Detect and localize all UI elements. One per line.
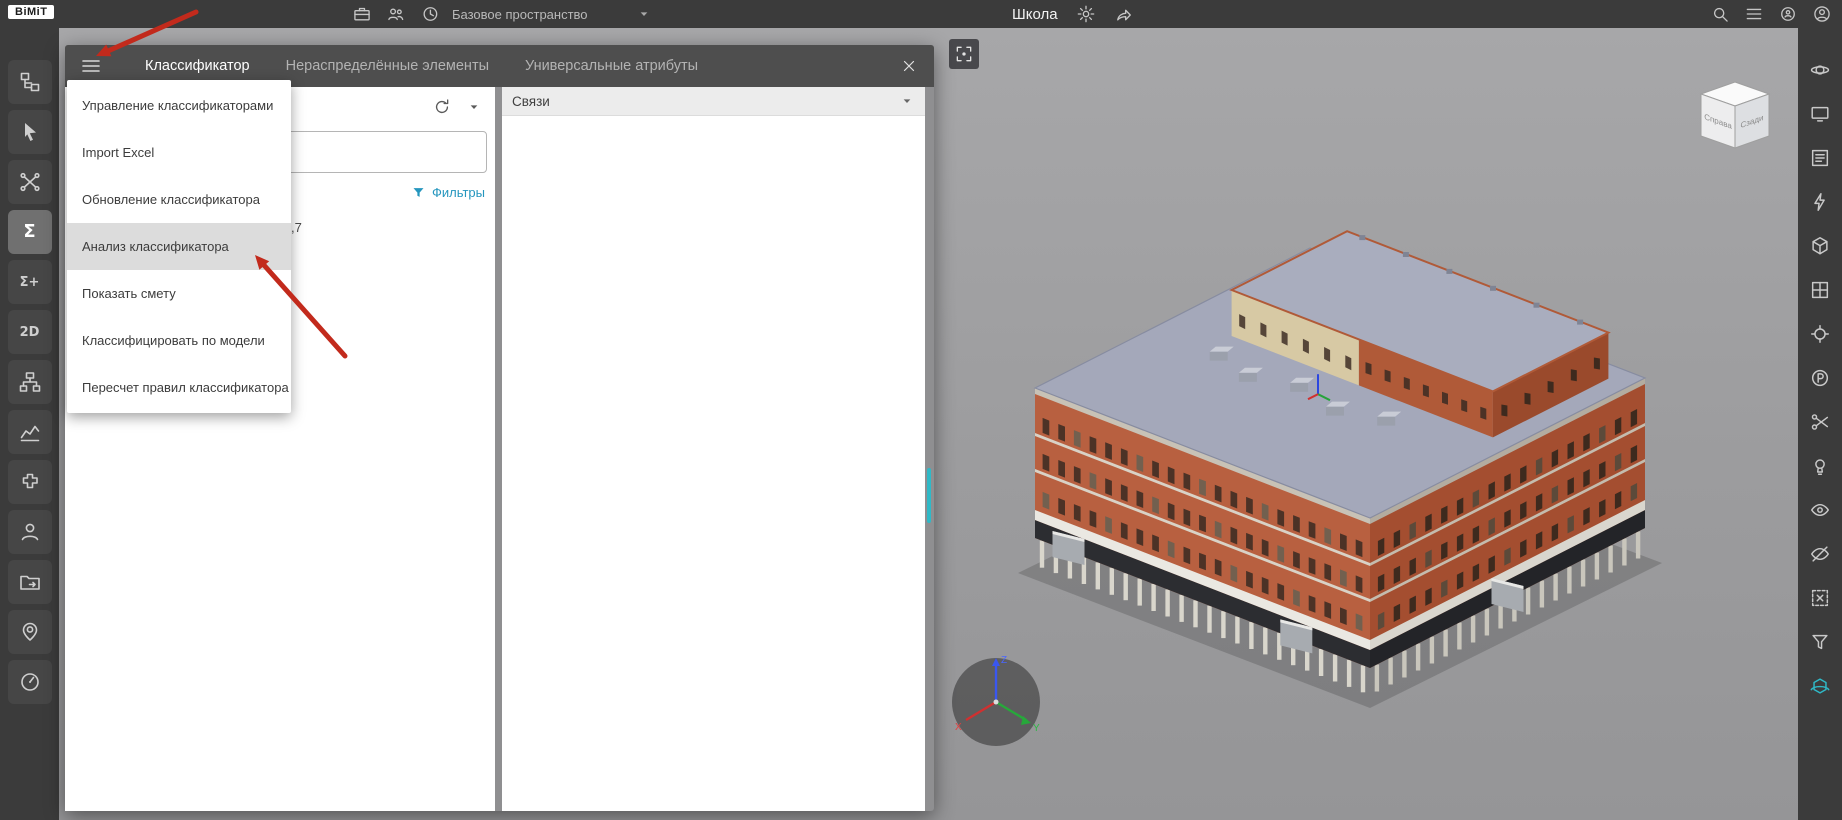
topbar-left-icons <box>352 4 440 24</box>
filters-label: Фильтры <box>431 185 485 200</box>
panel-tab[interactable]: Нераспределённые элементы <box>286 58 489 74</box>
tab-label: Классификатор <box>145 58 250 74</box>
panel-gap <box>495 87 502 811</box>
user-location-icon[interactable] <box>7 610 52 654</box>
chevron-down-icon <box>636 6 652 22</box>
session-icon[interactable] <box>1778 4 1798 24</box>
classifier-sigma-icon[interactable]: Σ <box>7 210 52 254</box>
links-header[interactable]: Связи <box>502 87 925 116</box>
gizmo-z-label: Z <box>1001 655 1007 666</box>
menu-item-label: Import Excel <box>82 145 155 160</box>
menu-item-label: Пересчет правил классификатора <box>82 380 289 395</box>
connections-icon[interactable] <box>7 160 52 204</box>
view-2d-icon[interactable]: 2D <box>7 310 52 354</box>
model-tree-icon[interactable] <box>7 60 52 104</box>
orbit-icon[interactable] <box>1805 54 1836 85</box>
menu-item[interactable]: Управление классификаторами <box>67 82 291 129</box>
menu-item[interactable]: Анализ классификатора <box>67 223 291 270</box>
orbit-3d-icon[interactable] <box>1805 670 1836 701</box>
gizmo-y-label: Y <box>1033 723 1040 734</box>
menu-list-icon[interactable] <box>1744 4 1764 24</box>
hierarchy-icon[interactable] <box>7 360 52 404</box>
analytics-icon[interactable] <box>7 410 52 454</box>
menu-item[interactable]: Import Excel <box>67 129 291 176</box>
project-icon[interactable] <box>352 4 372 24</box>
navigation-gizmo[interactable]: X Y Z <box>941 647 1051 757</box>
share-icon[interactable] <box>1114 4 1134 24</box>
gizmo-x-label: X <box>955 722 962 733</box>
classifier-menu: Управление классификаторами Import Excel… <box>67 80 291 413</box>
menu-item[interactable]: Классифицировать по модели <box>67 317 291 364</box>
menu-item[interactable]: Обновление классификатора <box>67 176 291 223</box>
viewport-settings-icon[interactable] <box>1805 98 1836 129</box>
workspace-selector[interactable]: Базовое пространство <box>452 0 652 28</box>
share-folder-icon[interactable] <box>7 560 52 604</box>
tab-label: Универсальные атрибуты <box>525 58 699 74</box>
deselect-icon[interactable] <box>1805 582 1836 613</box>
menu-item-label: Классифицировать по модели <box>82 333 265 348</box>
light-icon[interactable] <box>1805 450 1836 481</box>
menu-item-label: Анализ классификатора <box>82 239 229 254</box>
fit-view-icon[interactable] <box>949 39 979 69</box>
building-model <box>1018 230 1662 708</box>
classifier-add-icon[interactable]: Σ+ <box>7 260 52 304</box>
app-window: Справа Сзади X Y Z BiMiT Базовое простра… <box>0 0 1842 820</box>
panel-tab[interactable]: Классификатор <box>145 58 250 74</box>
properties-panel-icon[interactable] <box>1805 142 1836 173</box>
plugins-icon[interactable] <box>7 460 52 504</box>
menu-item-label: Показать смету <box>82 286 176 301</box>
speedometer-icon[interactable] <box>7 660 52 704</box>
focus-target-icon[interactable] <box>1805 318 1836 349</box>
assembly-cube-icon[interactable] <box>1805 230 1836 261</box>
p-marker-icon[interactable] <box>1805 362 1836 393</box>
user-icon[interactable] <box>7 510 52 554</box>
collaboration-icon[interactable] <box>386 4 406 24</box>
panel-tabs: Классификатор Нераспределённые элементы … <box>145 58 698 74</box>
close-icon[interactable] <box>898 55 920 77</box>
grid-icon[interactable] <box>1805 274 1836 305</box>
tree-item-partial: ,7 <box>291 220 302 235</box>
workspace-label: Базовое пространство <box>452 6 588 22</box>
project-title: Школа <box>1012 5 1058 23</box>
hamburger-menu-icon[interactable] <box>78 53 104 79</box>
chevron-down-icon[interactable] <box>465 98 483 116</box>
history-icon[interactable] <box>420 4 440 24</box>
funnel-icon[interactable] <box>1805 626 1836 657</box>
tab-label: Нераспределённые элементы <box>285 58 490 74</box>
panel-scrollbar[interactable] <box>925 87 934 811</box>
menu-item[interactable]: Показать смету <box>67 270 291 317</box>
links-body <box>502 116 925 811</box>
refresh-icon[interactable] <box>431 96 453 118</box>
topbar-right-icons <box>1710 4 1832 24</box>
scrollbar-thumb[interactable] <box>927 468 931 523</box>
links-panel: Связи <box>502 87 925 811</box>
search-icon[interactable] <box>1710 4 1730 24</box>
view-cube[interactable]: Справа Сзади <box>1692 78 1778 154</box>
settings-gear-icon[interactable] <box>1076 4 1096 24</box>
top-bar: BiMiT Базовое пространство Школа <box>0 0 1842 28</box>
clash-icon[interactable] <box>1805 186 1836 217</box>
hide-icon[interactable] <box>1805 538 1836 569</box>
right-toolbar <box>1798 28 1842 820</box>
app-logo: BiMiT <box>8 5 55 19</box>
filter-funnel-icon <box>411 185 426 200</box>
select-cursor-icon[interactable] <box>7 110 52 154</box>
account-icon[interactable] <box>1812 4 1832 24</box>
menu-item-label: Обновление классификатора <box>82 192 260 207</box>
section-cut-icon[interactable] <box>1805 406 1836 437</box>
left-toolbar: Σ Σ+ 2D <box>0 28 59 820</box>
visibility-icon[interactable] <box>1805 494 1836 525</box>
project-title-group: Школа <box>1012 0 1134 28</box>
menu-item[interactable]: Пересчет правил классификатора <box>67 364 291 411</box>
menu-item-label: Управление классификаторами <box>82 98 274 113</box>
links-title: Связи <box>512 93 550 109</box>
panel-tab[interactable]: Универсальные атрибуты <box>525 58 698 74</box>
chevron-down-icon <box>899 93 915 109</box>
